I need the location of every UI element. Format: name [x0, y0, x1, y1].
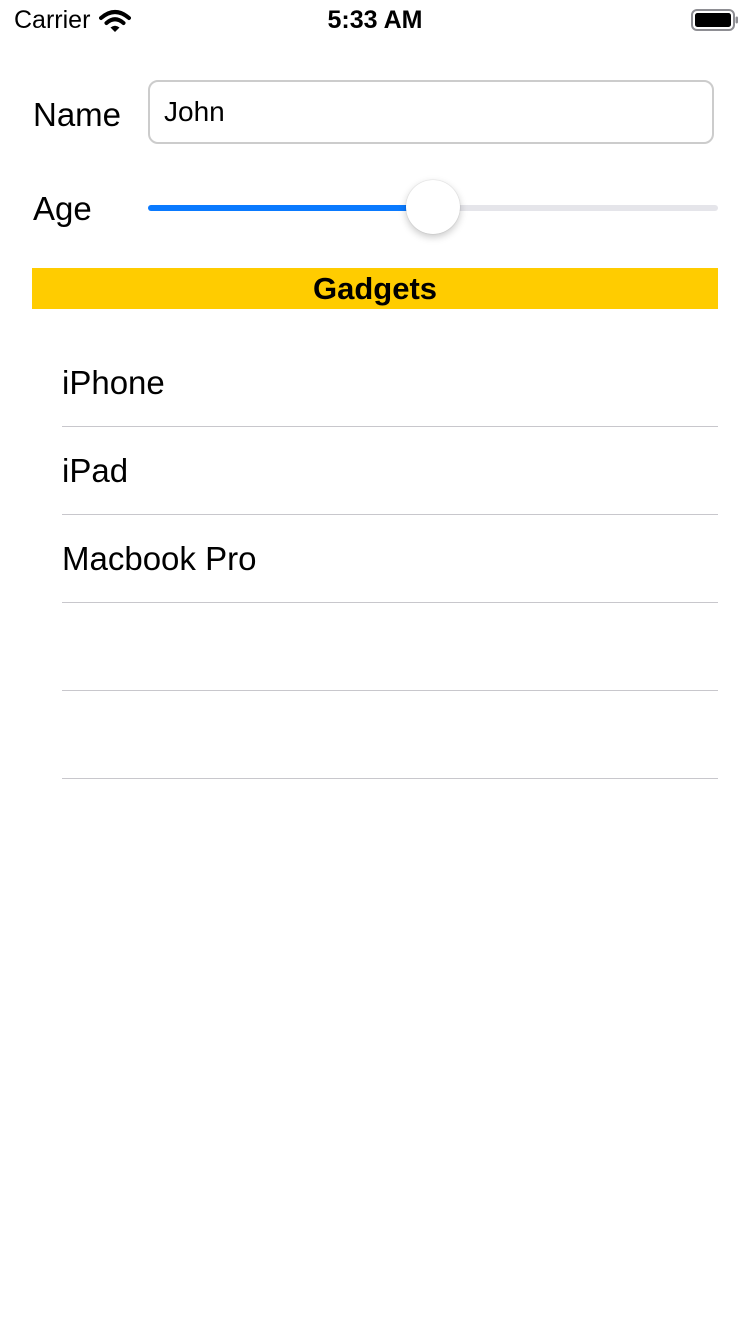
name-label: Name [33, 96, 122, 133]
gadgets-list: iPhone iPad Macbook Pro [62, 339, 718, 779]
status-time: 5:33 AM [327, 6, 423, 34]
list-item[interactable]: iPad [62, 427, 718, 515]
name-input[interactable] [148, 80, 714, 144]
age-slider[interactable] [148, 180, 718, 236]
list-item[interactable]: iPhone [62, 339, 718, 427]
status-bar: Carrier 5:33 AM [0, 0, 750, 40]
slider-fill [148, 205, 433, 211]
section-header-gadgets: Gadgets [32, 268, 718, 309]
slider-thumb[interactable] [406, 180, 460, 234]
app-screen: Carrier 5:33 AM Name Age Gadgets iPhone … [0, 0, 750, 1334]
battery-full-icon [691, 9, 738, 31]
list-item[interactable] [62, 603, 718, 691]
list-item[interactable] [62, 691, 718, 779]
age-label: Age [33, 190, 92, 227]
list-item[interactable]: Macbook Pro [62, 515, 718, 603]
